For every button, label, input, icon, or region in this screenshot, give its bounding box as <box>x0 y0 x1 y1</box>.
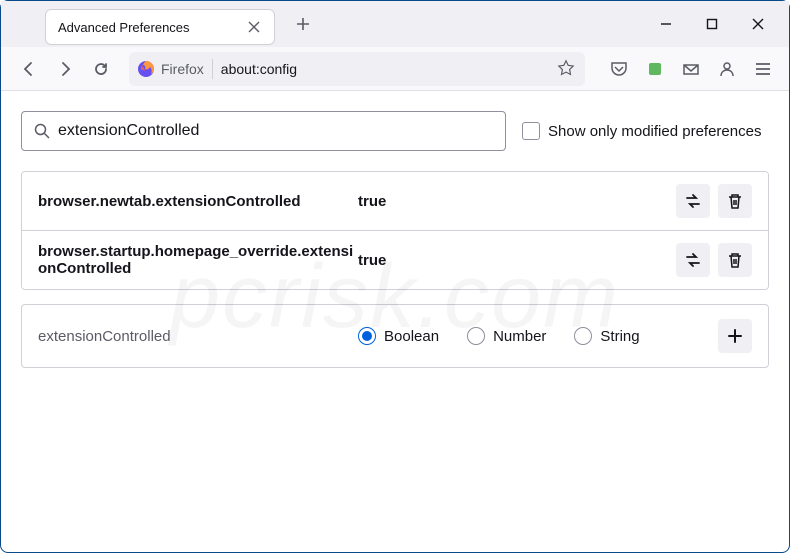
toolbar: Firefox about:config <box>1 47 789 91</box>
checkbox-icon <box>522 122 540 140</box>
pref-name: browser.newtab.extensionControlled <box>38 193 358 210</box>
extension-icon[interactable] <box>641 55 669 83</box>
new-pref-table: extensionControlled Boolean Number Strin… <box>21 304 769 368</box>
close-icon[interactable] <box>246 19 262 35</box>
toggle-button[interactable] <box>676 243 710 277</box>
url-path: about:config <box>221 61 557 77</box>
pref-row: browser.startup.homepage_override.extens… <box>22 231 768 289</box>
search-value: extensionControlled <box>58 122 199 140</box>
radio-label: String <box>600 328 639 345</box>
pref-value: true <box>358 252 676 269</box>
bookmark-icon[interactable] <box>557 59 577 79</box>
add-button[interactable] <box>718 319 752 353</box>
content: extensionControlled Show only modified p… <box>1 91 789 388</box>
account-icon[interactable] <box>713 55 741 83</box>
minimize-button[interactable] <box>643 5 689 43</box>
radio-label: Number <box>493 328 546 345</box>
forward-button[interactable] <box>49 53 81 85</box>
firefox-icon <box>137 60 155 78</box>
url-bar[interactable]: Firefox about:config <box>129 52 585 86</box>
maximize-button[interactable] <box>689 5 735 43</box>
radio-number[interactable]: Number <box>467 327 546 345</box>
search-row: extensionControlled Show only modified p… <box>21 111 769 151</box>
pocket-icon[interactable] <box>605 55 633 83</box>
pref-actions <box>676 184 752 218</box>
pref-row: browser.newtab.extensionControlled true <box>22 172 768 231</box>
radio-boolean[interactable]: Boolean <box>358 327 439 345</box>
prefs-table: browser.newtab.extensionControlled true … <box>21 171 769 290</box>
radio-icon <box>358 327 376 345</box>
type-radio-group: Boolean Number String <box>358 327 718 345</box>
back-button[interactable] <box>13 53 45 85</box>
titlebar: Advanced Preferences <box>1 1 789 47</box>
close-window-button[interactable] <box>735 5 781 43</box>
delete-button[interactable] <box>718 184 752 218</box>
reload-button[interactable] <box>85 53 117 85</box>
url-prefix: Firefox <box>161 61 212 77</box>
toolbar-icons <box>605 55 777 83</box>
radio-label: Boolean <box>384 328 439 345</box>
add-actions <box>718 319 752 353</box>
tab-title: Advanced Preferences <box>58 20 246 35</box>
toggle-button[interactable] <box>676 184 710 218</box>
search-input[interactable]: extensionControlled <box>21 111 506 151</box>
new-tab-button[interactable] <box>287 8 319 40</box>
browser-tab[interactable]: Advanced Preferences <box>45 9 275 45</box>
new-pref-name: extensionControlled <box>38 328 358 345</box>
checkbox-label: Show only modified preferences <box>548 123 761 140</box>
mail-icon[interactable] <box>677 55 705 83</box>
radio-string[interactable]: String <box>574 327 639 345</box>
add-pref-row: extensionControlled Boolean Number Strin… <box>22 305 768 367</box>
search-icon <box>34 123 50 139</box>
url-divider <box>212 59 213 79</box>
window-controls <box>643 5 781 43</box>
delete-button[interactable] <box>718 243 752 277</box>
pref-value: true <box>358 193 676 210</box>
pref-name: browser.startup.homepage_override.extens… <box>38 243 358 277</box>
menu-icon[interactable] <box>749 55 777 83</box>
radio-icon <box>574 327 592 345</box>
modified-only-toggle[interactable]: Show only modified preferences <box>522 122 761 140</box>
pref-actions <box>676 243 752 277</box>
radio-icon <box>467 327 485 345</box>
